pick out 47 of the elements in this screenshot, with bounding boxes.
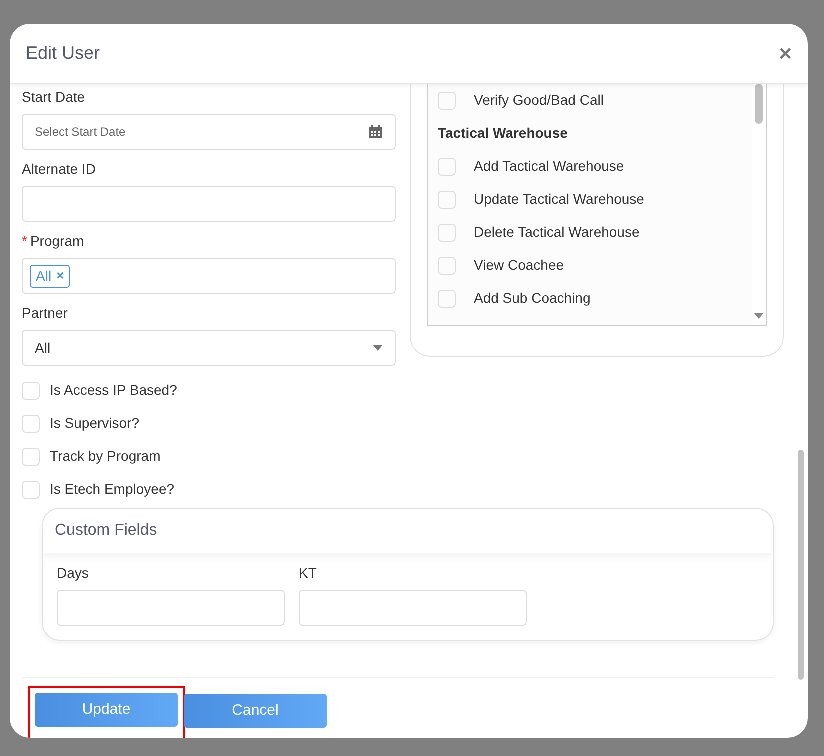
field-label: KT bbox=[299, 564, 317, 583]
checkbox-label: View Coachee bbox=[474, 256, 564, 275]
field-label: Days bbox=[57, 564, 89, 583]
checkbox-label: Add Tactical Warehouse bbox=[474, 157, 624, 176]
multiselect-field[interactable]: All × bbox=[22, 258, 396, 294]
checkbox[interactable] bbox=[22, 414, 40, 432]
required-mark: * bbox=[22, 233, 28, 249]
input-field[interactable] bbox=[22, 186, 396, 222]
scroll-down-icon[interactable] bbox=[754, 313, 764, 319]
select-field[interactable]: All bbox=[22, 330, 396, 366]
scrollbar-thumb[interactable] bbox=[798, 450, 804, 680]
checkbox-label: Add Sub Coaching bbox=[474, 289, 591, 308]
checkbox[interactable] bbox=[438, 290, 456, 308]
field-label: Alternate ID bbox=[22, 160, 96, 179]
field-label: Start Date bbox=[22, 88, 86, 107]
checkbox[interactable] bbox=[438, 224, 456, 242]
card-title: Custom Fields bbox=[43, 509, 773, 553]
checkbox-label: Is Etech Employee? bbox=[50, 480, 175, 499]
scrollbar-thumb[interactable] bbox=[755, 84, 763, 124]
tag-label: All bbox=[36, 266, 52, 286]
close-button[interactable]: × bbox=[779, 42, 792, 64]
caret-icon[interactable] bbox=[373, 345, 383, 351]
input-field[interactable] bbox=[57, 590, 285, 626]
checkbox-label: Delete Tactical Warehouse bbox=[474, 223, 640, 242]
select-value: All bbox=[35, 338, 51, 358]
checkbox[interactable] bbox=[438, 256, 456, 274]
group-heading: Tactical Warehouse bbox=[438, 124, 569, 143]
modal-title: Edit User bbox=[26, 42, 100, 64]
checkbox-label: Is Supervisor? bbox=[50, 414, 140, 433]
checkbox[interactable] bbox=[22, 382, 40, 400]
checkbox[interactable] bbox=[22, 480, 40, 498]
checkbox[interactable] bbox=[438, 158, 456, 176]
checkbox[interactable] bbox=[22, 448, 40, 466]
checkbox[interactable] bbox=[438, 190, 456, 208]
calendar-icon[interactable] bbox=[369, 125, 382, 138]
date-field[interactable]: Select Start Date bbox=[22, 114, 396, 150]
checkbox[interactable] bbox=[438, 92, 456, 110]
update-button[interactable]: Update bbox=[35, 693, 178, 727]
input-field[interactable] bbox=[299, 590, 527, 626]
checkbox-label: Update Tactical Warehouse bbox=[474, 190, 644, 209]
checkbox-label: Is Access IP Based? bbox=[50, 381, 178, 400]
field-label: Program bbox=[30, 233, 84, 249]
checkbox-label: Verify Good/Bad Call bbox=[474, 91, 604, 110]
checkbox-label: Track by Program bbox=[50, 447, 161, 466]
cancel-button[interactable]: Cancel bbox=[184, 694, 327, 728]
field-label: Partner bbox=[22, 304, 68, 323]
remove-tag-button[interactable]: × bbox=[56, 266, 64, 286]
